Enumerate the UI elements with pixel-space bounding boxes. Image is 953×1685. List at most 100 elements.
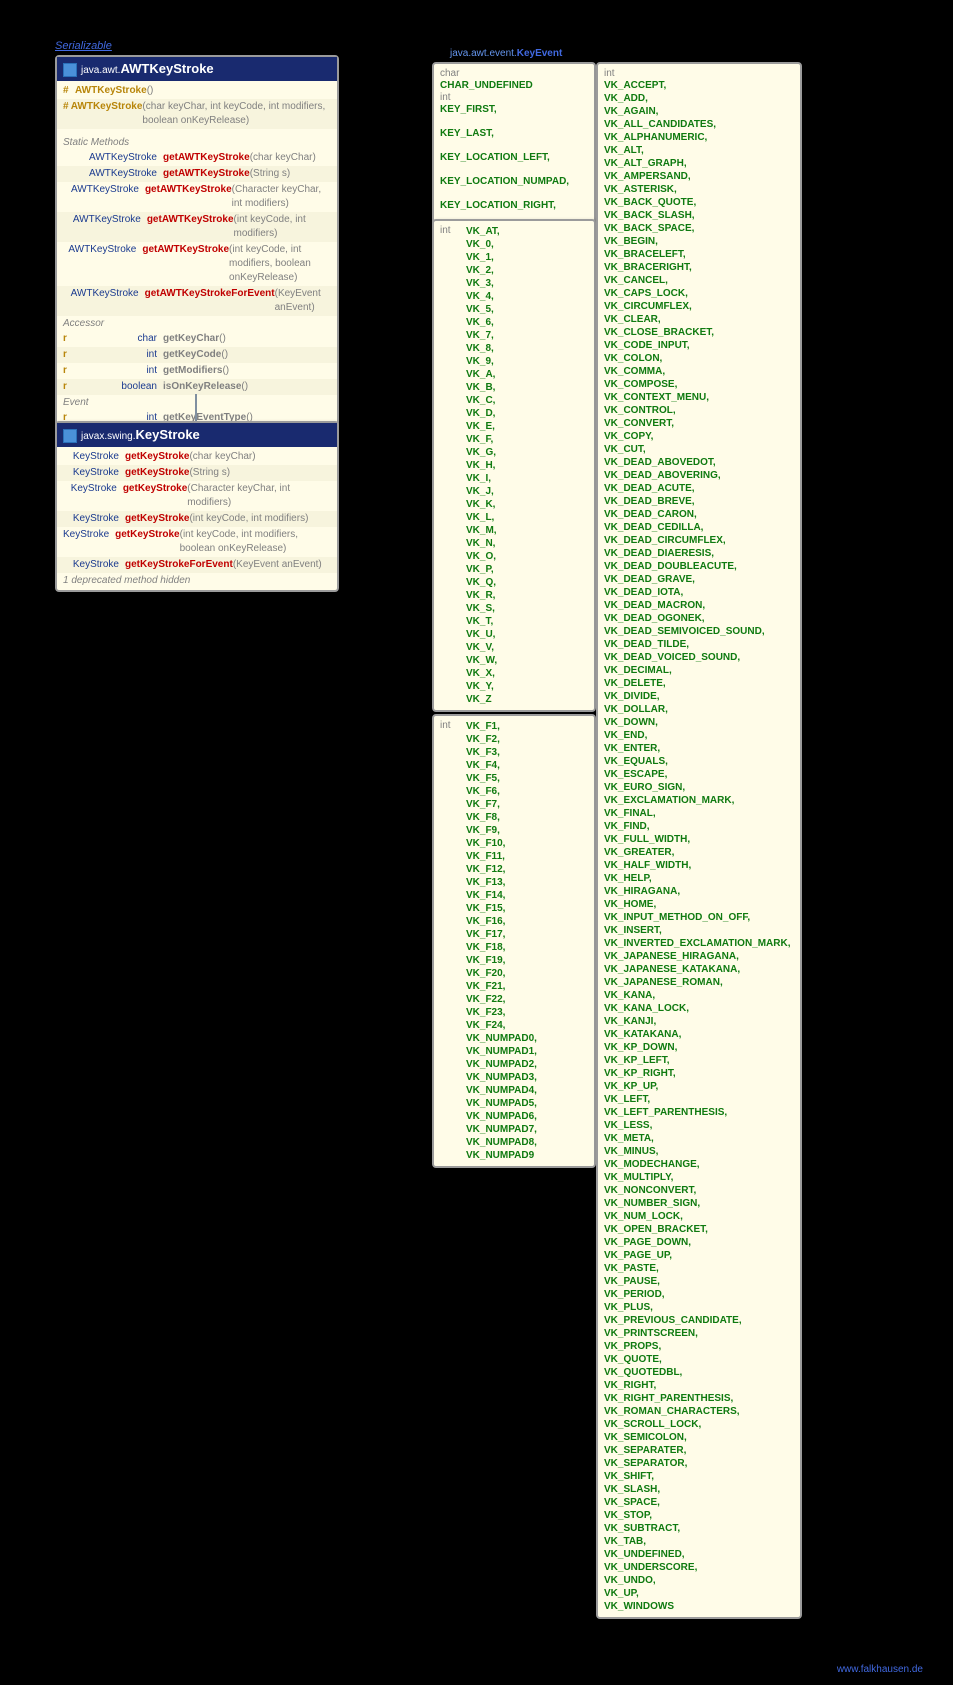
const-value: VK_Y, bbox=[466, 680, 500, 693]
const-value: VK_SLASH, bbox=[604, 1483, 791, 1496]
const-value: VK_J, bbox=[466, 485, 500, 498]
const-value: VK_PASTE, bbox=[604, 1262, 791, 1275]
section-label: Event bbox=[57, 395, 337, 410]
keyevent-pkg: java.awt.event. bbox=[450, 48, 517, 59]
const-value: VK_5, bbox=[466, 303, 500, 316]
const-value: VK_F3, bbox=[466, 746, 537, 759]
const-value: VK_O, bbox=[466, 550, 500, 563]
const-value: VK_ACCEPT, bbox=[604, 79, 791, 92]
const-value: VK_PREVIOUS_CANDIDATE, bbox=[604, 1314, 791, 1327]
const-value: VK_UP, bbox=[604, 1587, 791, 1600]
const-value: VK_DEAD_CIRCUMFLEX, bbox=[604, 534, 791, 547]
const-value: VK_KP_DOWN, bbox=[604, 1041, 791, 1054]
const-value: VK_BRACELEFT, bbox=[604, 248, 791, 261]
class-icon bbox=[63, 429, 77, 443]
const-value: VK_LESS, bbox=[604, 1119, 791, 1132]
const-value: VK_4, bbox=[466, 290, 500, 303]
const-value: VK_T, bbox=[466, 615, 500, 628]
const-value: VK_CODE_INPUT, bbox=[604, 339, 791, 352]
const-value: VK_NUMPAD9 bbox=[466, 1149, 537, 1162]
const-value: VK_WINDOWS bbox=[604, 1600, 791, 1613]
const-value: VK_C, bbox=[466, 394, 500, 407]
const-value: VK_SPACE, bbox=[604, 1496, 791, 1509]
const-value: VK_DOLLAR, bbox=[604, 703, 791, 716]
const-value: VK_D, bbox=[466, 407, 500, 420]
const-value: VK_LEFT_PARENTHESIS, bbox=[604, 1106, 791, 1119]
const-value: VK_PAGE_UP, bbox=[604, 1249, 791, 1262]
const-value: VK_F4, bbox=[466, 759, 537, 772]
const-value: VK_UNDO, bbox=[604, 1574, 791, 1587]
const-value: VK_UNDEFINED, bbox=[604, 1548, 791, 1561]
const-value: VK_COMPOSE, bbox=[604, 378, 791, 391]
const-value: VK_KP_LEFT, bbox=[604, 1054, 791, 1067]
const-value: VK_META, bbox=[604, 1132, 791, 1145]
vk-misc-box: intVK_ACCEPT,VK_ADD,VK_AGAIN,VK_ALL_CAND… bbox=[596, 62, 802, 1619]
const-value: VK_FINAL, bbox=[604, 807, 791, 820]
const-value: VK_DELETE, bbox=[604, 677, 791, 690]
const-value: VK_F17, bbox=[466, 928, 537, 941]
const-value: VK_9, bbox=[466, 355, 500, 368]
const-value: VK_CUT, bbox=[604, 443, 791, 456]
const-value: VK_GREATER, bbox=[604, 846, 791, 859]
const-value: VK_NUMPAD7, bbox=[466, 1123, 537, 1136]
const-value: VK_DEAD_MACRON, bbox=[604, 599, 791, 612]
const-value: VK_F7, bbox=[466, 798, 537, 811]
const-value: VK_RIGHT_PARENTHESIS, bbox=[604, 1392, 791, 1405]
const-value: VK_HIRAGANA, bbox=[604, 885, 791, 898]
serializable-link[interactable]: Serializable bbox=[55, 40, 112, 52]
const-value: VK_AT, bbox=[466, 225, 500, 238]
vk-alnum-box: intVK_AT,VK_0,VK_1,VK_2,VK_3,VK_4,VK_5,V… bbox=[432, 219, 596, 712]
const-row: charCHAR_UNDEFINED bbox=[440, 68, 588, 92]
footer-link[interactable]: www.falkhausen.de bbox=[837, 1664, 923, 1675]
const-value: VK_DECIMAL, bbox=[604, 664, 791, 677]
const-value: VK_SCROLL_LOCK, bbox=[604, 1418, 791, 1431]
const-value: VK_DEAD_DOUBLEACUTE, bbox=[604, 560, 791, 573]
const-value: VK_HELP, bbox=[604, 872, 791, 885]
const-value: VK_S, bbox=[466, 602, 500, 615]
const-value: VK_INSERT, bbox=[604, 924, 791, 937]
const-row: KEY_LOCATION_LEFT, bbox=[440, 140, 588, 164]
const-value: VK_END, bbox=[604, 729, 791, 742]
method-row: KeyStrokegetKeyStroke (char keyChar) bbox=[57, 449, 337, 465]
inheritance-connector bbox=[195, 394, 197, 421]
const-value: VK_INPUT_METHOD_ON_OFF, bbox=[604, 911, 791, 924]
const-value: VK_F20, bbox=[466, 967, 537, 980]
const-value: VK_DOWN, bbox=[604, 716, 791, 729]
method-row: rbooleanisOnKeyRelease () bbox=[57, 379, 337, 395]
const-value: VK_L, bbox=[466, 511, 500, 524]
const-value: VK_F15, bbox=[466, 902, 537, 915]
const-value: VK_EXCLAMATION_MARK, bbox=[604, 794, 791, 807]
const-value: VK_BACK_SLASH, bbox=[604, 209, 791, 222]
const-value: VK_F23, bbox=[466, 1006, 537, 1019]
const-value: VK_EURO_SIGN, bbox=[604, 781, 791, 794]
const-value: VK_BRACERIGHT, bbox=[604, 261, 791, 274]
const-value: VK_UNDERSCORE, bbox=[604, 1561, 791, 1574]
const-value: VK_F24, bbox=[466, 1019, 537, 1032]
const-value: VK_F13, bbox=[466, 876, 537, 889]
const-value: VK_KP_RIGHT, bbox=[604, 1067, 791, 1080]
const-value: VK_PAUSE, bbox=[604, 1275, 791, 1288]
const-row: KEY_LOCATION_RIGHT, bbox=[440, 188, 588, 212]
method-row: rintgetKeyCode () bbox=[57, 347, 337, 363]
const-value: VK_ROMAN_CHARACTERS, bbox=[604, 1405, 791, 1418]
const-value: VK_DEAD_ACUTE, bbox=[604, 482, 791, 495]
const-value: VK_CANCEL, bbox=[604, 274, 791, 287]
const-value: VK_F2, bbox=[466, 733, 537, 746]
const-value: VK_ASTERISK, bbox=[604, 183, 791, 196]
keyevent-cls: KeyEvent bbox=[517, 48, 563, 59]
const-value: VK_CONVERT, bbox=[604, 417, 791, 430]
const-value: VK_R, bbox=[466, 589, 500, 602]
const-value: VK_F19, bbox=[466, 954, 537, 967]
const-value: VK_F10, bbox=[466, 837, 537, 850]
const-value: VK_B, bbox=[466, 381, 500, 394]
const-value: VK_INVERTED_EXCLAMATION_MARK, bbox=[604, 937, 791, 950]
const-value: VK_6, bbox=[466, 316, 500, 329]
const-value: VK_HALF_WIDTH, bbox=[604, 859, 791, 872]
const-value: VK_KANA_LOCK, bbox=[604, 1002, 791, 1015]
method-row: rintgetModifiers () bbox=[57, 363, 337, 379]
const-value: VK_DEAD_IOTA, bbox=[604, 586, 791, 599]
keystroke-class: javax.swing.KeyStrokeKeyStrokegetKeyStro… bbox=[55, 421, 339, 592]
const-value: VK_N, bbox=[466, 537, 500, 550]
const-value: VK_NUMPAD3, bbox=[466, 1071, 537, 1084]
method-row: rchargetKeyChar () bbox=[57, 331, 337, 347]
